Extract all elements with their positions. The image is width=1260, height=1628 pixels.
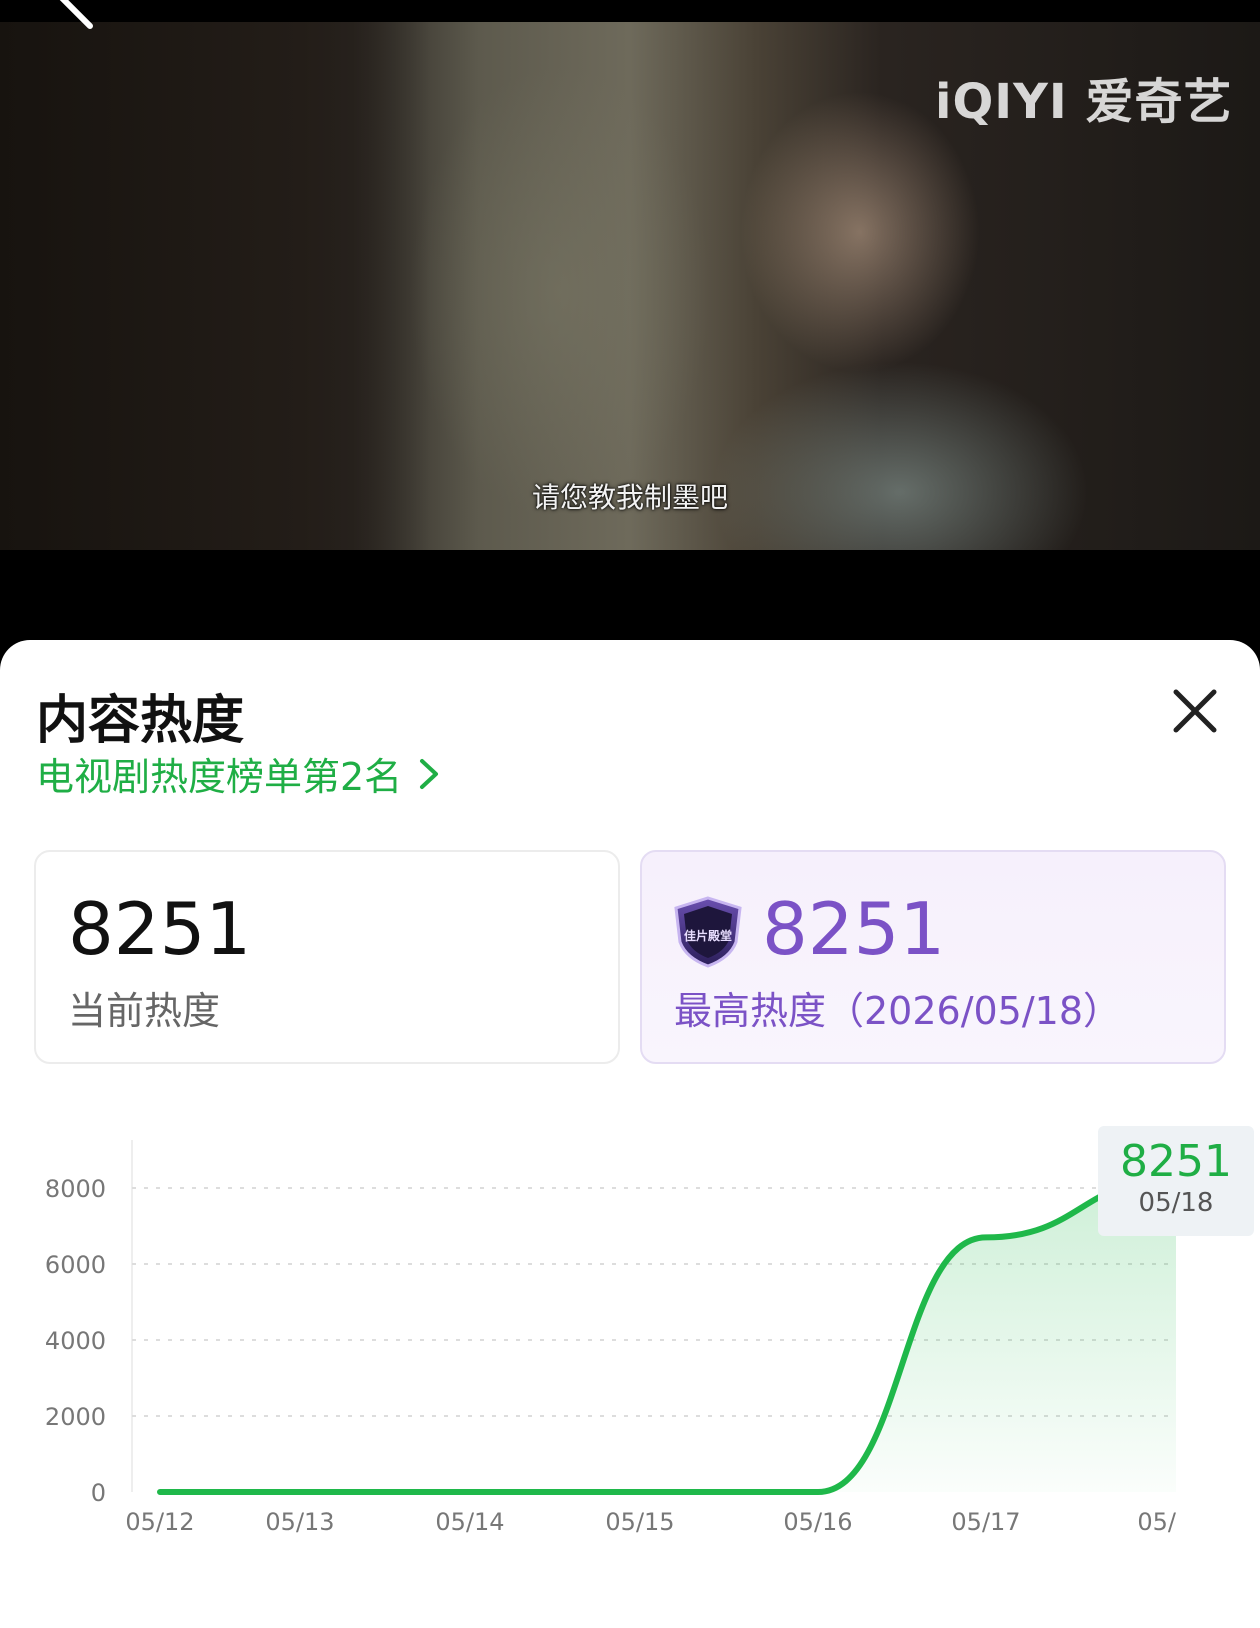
series-area	[160, 1178, 1176, 1492]
peak-heat-label: 最高热度（2026/05/18）	[674, 989, 1122, 1033]
close-icon[interactable]	[1168, 684, 1222, 738]
y-tick-label: 2000	[45, 1403, 106, 1431]
x-tick-label: 05/12	[125, 1508, 194, 1536]
y-tick-label: 0	[91, 1479, 106, 1507]
back-arrow-icon[interactable]	[56, 0, 100, 40]
video-subtitle: 请您教我制墨吧	[531, 481, 728, 514]
x-tick-label: 05/14	[435, 1508, 504, 1536]
current-heat-value: 8251	[68, 887, 252, 971]
x-tick-label: 05/16	[783, 1508, 852, 1536]
chart-canvas: 0 2000 4000 6000 8000 05/12 05/13 05/14 05/15 05…	[45, 1140, 1189, 1536]
y-tick-label: 8000	[45, 1175, 106, 1203]
x-tick-label: 05/13	[265, 1508, 334, 1536]
chevron-right-icon	[420, 758, 439, 789]
video-foreground-shadow	[0, 22, 430, 550]
video-player[interactable]: iQIYI 爱奇艺 请您教我制墨吧	[0, 0, 1260, 640]
iqiyi-logo: iQIYI 爱奇艺	[935, 74, 1233, 130]
y-tick-label: 6000	[45, 1251, 106, 1279]
shield-badge-icon: 佳片殿堂	[674, 896, 742, 968]
y-tick-label: 4000	[45, 1327, 106, 1355]
heat-trend-chart: 0 2000 4000 6000 8000 05/12 05/13 05/14 05/15 05…	[0, 1100, 1260, 1628]
current-heat-card: 8251 当前热度	[34, 850, 620, 1064]
x-tick-label: 05/	[1137, 1508, 1177, 1536]
chart-tooltip: 8251 05/18	[1098, 1126, 1254, 1236]
peak-heat-value: 8251	[762, 887, 946, 971]
tooltip-value: 8251	[1120, 1136, 1232, 1187]
rank-link[interactable]: 电视剧热度榜单第2名	[36, 746, 442, 801]
current-heat-label: 当前热度	[68, 989, 221, 1033]
x-tick-label: 05/15	[605, 1508, 674, 1536]
tooltip-date: 05/18	[1138, 1188, 1214, 1218]
x-tick-label: 05/17	[951, 1508, 1020, 1536]
rank-link-label: 电视剧热度榜单第2名	[36, 755, 403, 799]
panel-title: 内容热度	[36, 691, 245, 751]
badge-text: 佳片殿堂	[684, 928, 732, 943]
